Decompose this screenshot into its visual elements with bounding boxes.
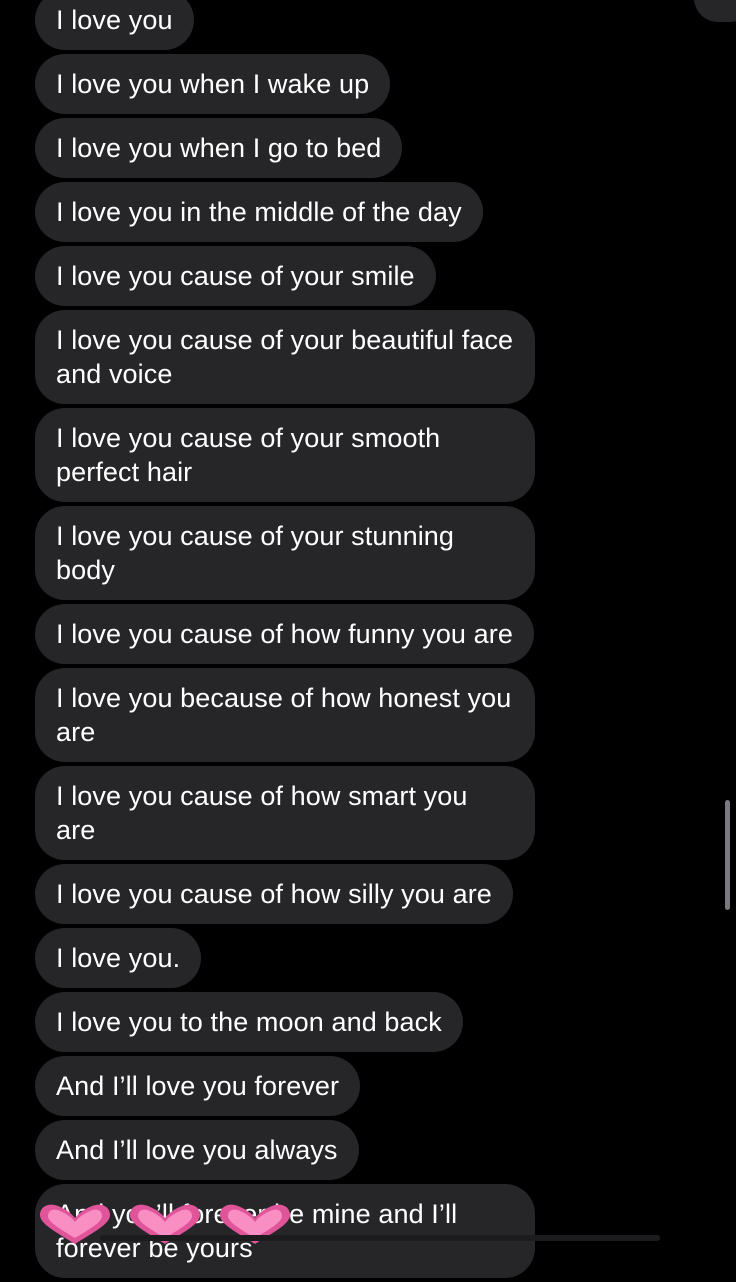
compose-bar-edge (100, 1235, 660, 1241)
message-bubble[interactable]: I love you cause of your beautiful face … (35, 310, 535, 404)
message-bubble[interactable]: I love you when I wake up (35, 54, 391, 114)
incoming-bubble-fragment (694, 0, 736, 22)
message-bubble[interactable]: I love you (35, 0, 194, 50)
message-bubble[interactable]: I love you cause of your smile (35, 246, 436, 306)
message-bubble[interactable]: I love you in the middle of the day (35, 182, 483, 242)
scrollbar-thumb[interactable] (725, 800, 730, 910)
message-bubble[interactable]: I love you cause of your smooth perfect … (35, 408, 535, 502)
message-bubble[interactable]: I love you cause of how smart you are (35, 766, 535, 860)
message-bubble[interactable]: And I’ll love you always (35, 1120, 359, 1180)
message-bubble[interactable]: I love you to the moon and back (35, 992, 463, 1052)
message-thread[interactable]: I love you I love you when I wake up I l… (35, 0, 635, 1282)
message-bubble[interactable]: I love you because of how honest you are (35, 668, 535, 762)
message-bubble[interactable]: I love you. (35, 928, 202, 988)
message-bubble[interactable]: I love you cause of your stunning body (35, 506, 535, 600)
message-bubble[interactable]: I love you cause of how silly you are (35, 864, 513, 924)
message-bubble[interactable]: I love you cause of how funny you are (35, 604, 534, 664)
message-bubble[interactable]: I love you when I go to bed (35, 118, 403, 178)
message-bubble[interactable]: And I’ll love you forever (35, 1056, 361, 1116)
